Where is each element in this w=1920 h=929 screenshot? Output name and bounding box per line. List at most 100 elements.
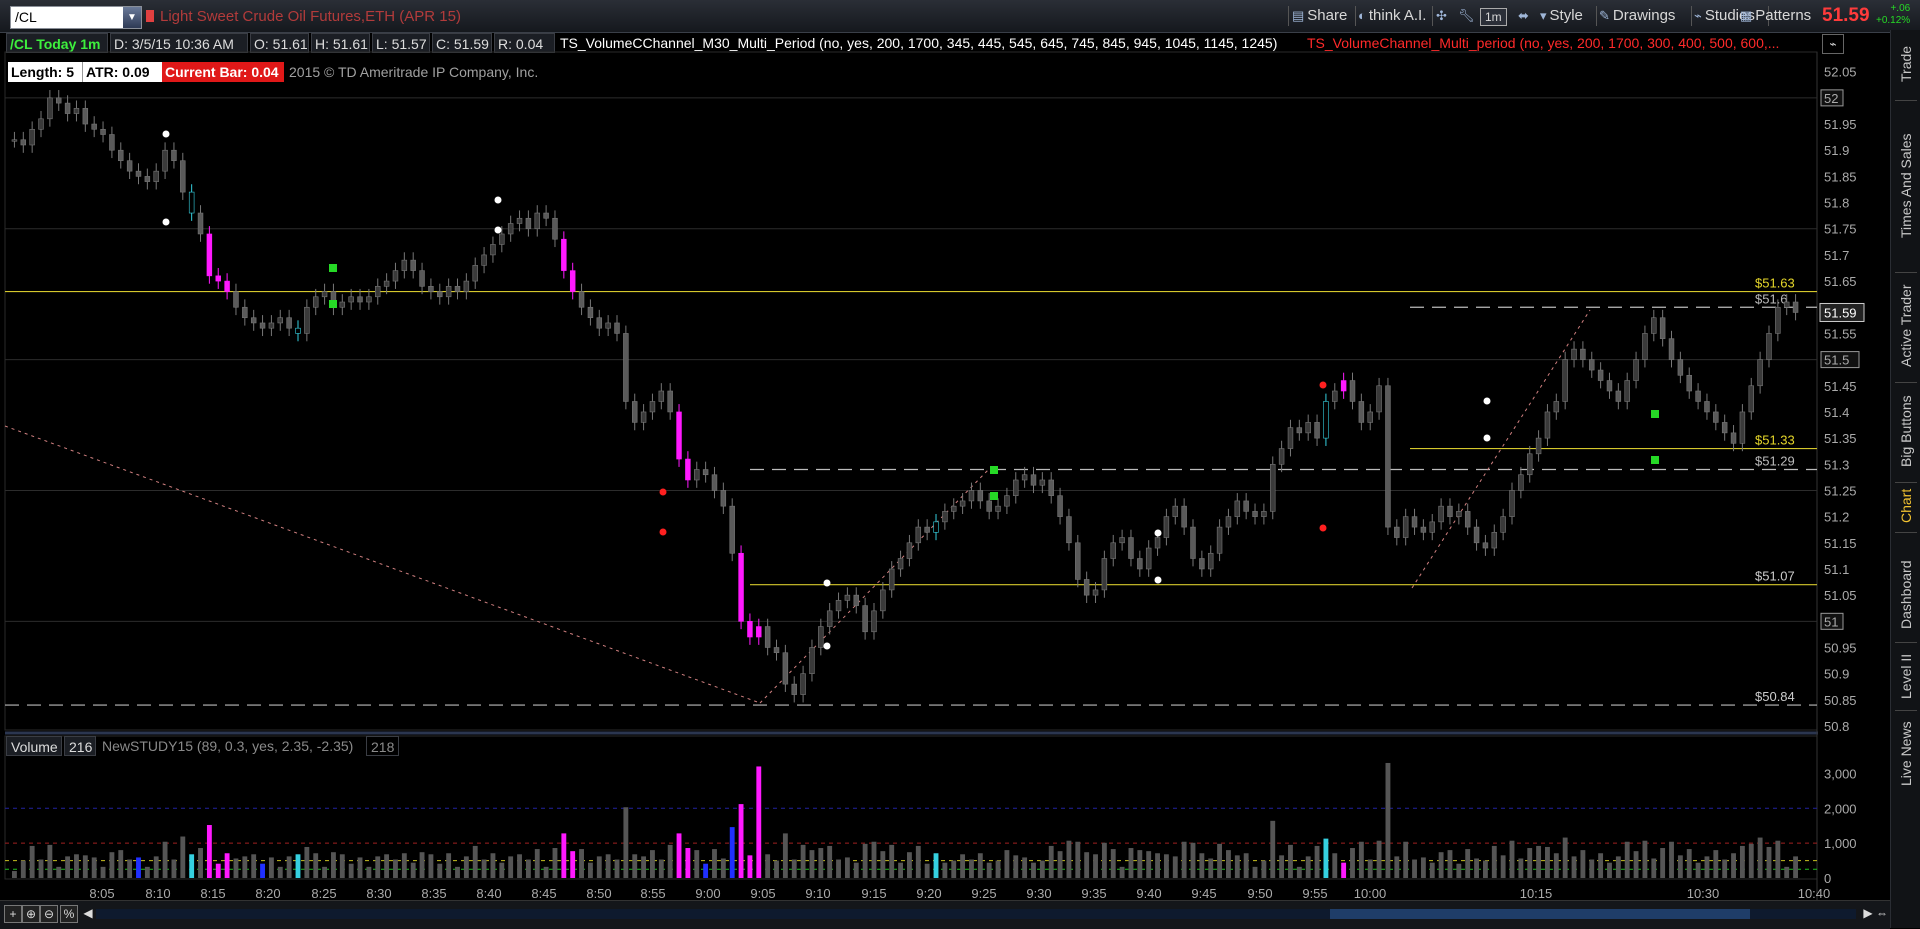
volume-bar <box>676 833 682 878</box>
volume-bar <box>180 836 186 878</box>
volume-bar <box>1270 820 1276 878</box>
time-scrollbar-track[interactable] <box>96 909 1856 919</box>
signal-square <box>329 264 337 272</box>
volume-bar <box>1288 844 1293 878</box>
volume-bar <box>942 862 948 878</box>
candle-body <box>1314 422 1320 439</box>
candle-body <box>1172 505 1179 517</box>
candle-body <box>206 233 213 277</box>
signal-dot <box>1483 397 1491 405</box>
sidebar-tab-live-news[interactable]: Live News <box>1891 714 1920 794</box>
time-scrollbar-thumb[interactable] <box>1330 909 1750 919</box>
candle-body <box>631 401 638 423</box>
candle-body <box>694 469 700 481</box>
sidebar-divider <box>1895 482 1917 483</box>
bottom-toolbar: + ⊕ ⊖ % ◀ ▶ ⇔ <box>0 900 1890 929</box>
volume-bar <box>1323 838 1329 878</box>
candle-body <box>180 160 186 193</box>
price-tick-label: 50.95 <box>1824 640 1857 655</box>
volume-bar <box>1571 856 1577 878</box>
volume-bar <box>552 848 558 878</box>
volume-bar <box>463 856 469 878</box>
zoom-in-button[interactable]: ⊕ <box>22 905 40 923</box>
price-tick-label: 51.75 <box>1824 222 1857 237</box>
expand-range-icon[interactable]: ⇔ <box>1874 905 1890 921</box>
volume-bar <box>233 858 239 878</box>
candle-body <box>1340 380 1347 392</box>
candle-body <box>1491 532 1498 549</box>
percent-scale-button[interactable]: % <box>60 905 78 923</box>
sidebar-tab-dashboard[interactable]: Dashboard <box>1891 550 1920 640</box>
volume-bar <box>1314 845 1320 878</box>
volume-bar <box>579 849 584 878</box>
time-tick-label: 10:15 <box>1520 886 1553 900</box>
volume-bar <box>47 844 53 878</box>
price-level-label: $51.29 <box>1755 454 1795 469</box>
candle-body <box>649 401 656 413</box>
candle-body <box>685 458 691 481</box>
candle-body <box>773 647 780 654</box>
candle-body <box>1633 359 1639 381</box>
candle-body <box>1207 552 1214 570</box>
candle-body <box>321 291 328 298</box>
candle-body <box>1757 359 1763 387</box>
scroll-left-icon[interactable]: ◀ <box>80 905 96 921</box>
newstudy15-label[interactable]: NewSTUDY15 (89, 0.3, yes, 2.35, -2.35) <box>98 736 357 756</box>
sidebar-tab-chart[interactable]: Chart <box>1891 486 1920 526</box>
candle-body <box>312 296 319 308</box>
sidebar-tab-trade[interactable]: Trade <box>1891 34 1920 94</box>
time-tick-label: 9:15 <box>861 886 886 900</box>
sidebar-tab-big-buttons[interactable]: Big Buttons <box>1891 386 1920 476</box>
candle-body <box>1526 453 1533 476</box>
volume-bar <box>1252 866 1258 878</box>
candle-body <box>1597 369 1604 381</box>
zoom-out-button[interactable]: ⊖ <box>40 905 58 923</box>
sidebar-tab-times-and-sales[interactable]: Times And Sales <box>1891 106 1920 266</box>
price-tick-label: 51.45 <box>1824 379 1857 394</box>
candle-body <box>1730 432 1737 444</box>
volume-bar <box>375 856 381 878</box>
candle-body <box>543 212 549 219</box>
sidebar-tab-level-ii[interactable]: Level II <box>1891 646 1920 706</box>
price-tick-label: 51.1 <box>1824 562 1849 577</box>
volume-bar <box>1465 849 1471 878</box>
sidebar-divider <box>1895 100 1917 101</box>
volume-bar <box>1163 854 1169 878</box>
candle-body <box>1464 511 1471 528</box>
volume-bar <box>1748 843 1754 878</box>
candle-body <box>1518 474 1524 491</box>
sidebar-tab-active-trader[interactable]: Active Trader <box>1891 276 1920 376</box>
volume-bar <box>206 825 212 878</box>
candle-body <box>1420 526 1427 533</box>
price-tick-label: 51.65 <box>1824 274 1857 289</box>
volume-bar <box>508 856 514 878</box>
volume-bar <box>1545 846 1550 878</box>
volume-bar <box>1101 842 1107 878</box>
volume-bar <box>472 845 478 878</box>
volume-bar <box>428 854 434 878</box>
candle-body <box>951 505 957 512</box>
candle-body <box>437 291 443 298</box>
volume-bar <box>162 841 168 878</box>
candle-body <box>1385 385 1391 528</box>
candle-body <box>1775 306 1781 334</box>
volume-bar <box>703 863 709 878</box>
candle-body <box>853 594 859 606</box>
candle-body <box>1101 558 1108 591</box>
right-sidebar: Trade Times And Sales Active Trader Big … <box>1890 30 1920 928</box>
time-tick-label: 9:50 <box>1247 886 1272 900</box>
volume-bar <box>1695 862 1701 878</box>
volume-bar <box>410 862 416 878</box>
volume-bar <box>1031 862 1036 878</box>
volume-bar <box>1084 852 1090 878</box>
candle-body <box>1606 380 1613 392</box>
candle-body <box>82 108 89 125</box>
price-chart[interactable]: 52.05 52 51.95 51.9 51.85 51.8 51.75 51.7 51.65 5… <box>0 0 1890 900</box>
sidebar-divider <box>1895 642 1917 643</box>
candle-body <box>339 301 346 308</box>
volume-bar <box>853 862 859 878</box>
zoom-fit-button[interactable]: + <box>4 905 22 923</box>
volume-bar <box>1482 860 1488 878</box>
volume-bar <box>712 849 717 878</box>
volume-bar <box>1341 862 1347 878</box>
